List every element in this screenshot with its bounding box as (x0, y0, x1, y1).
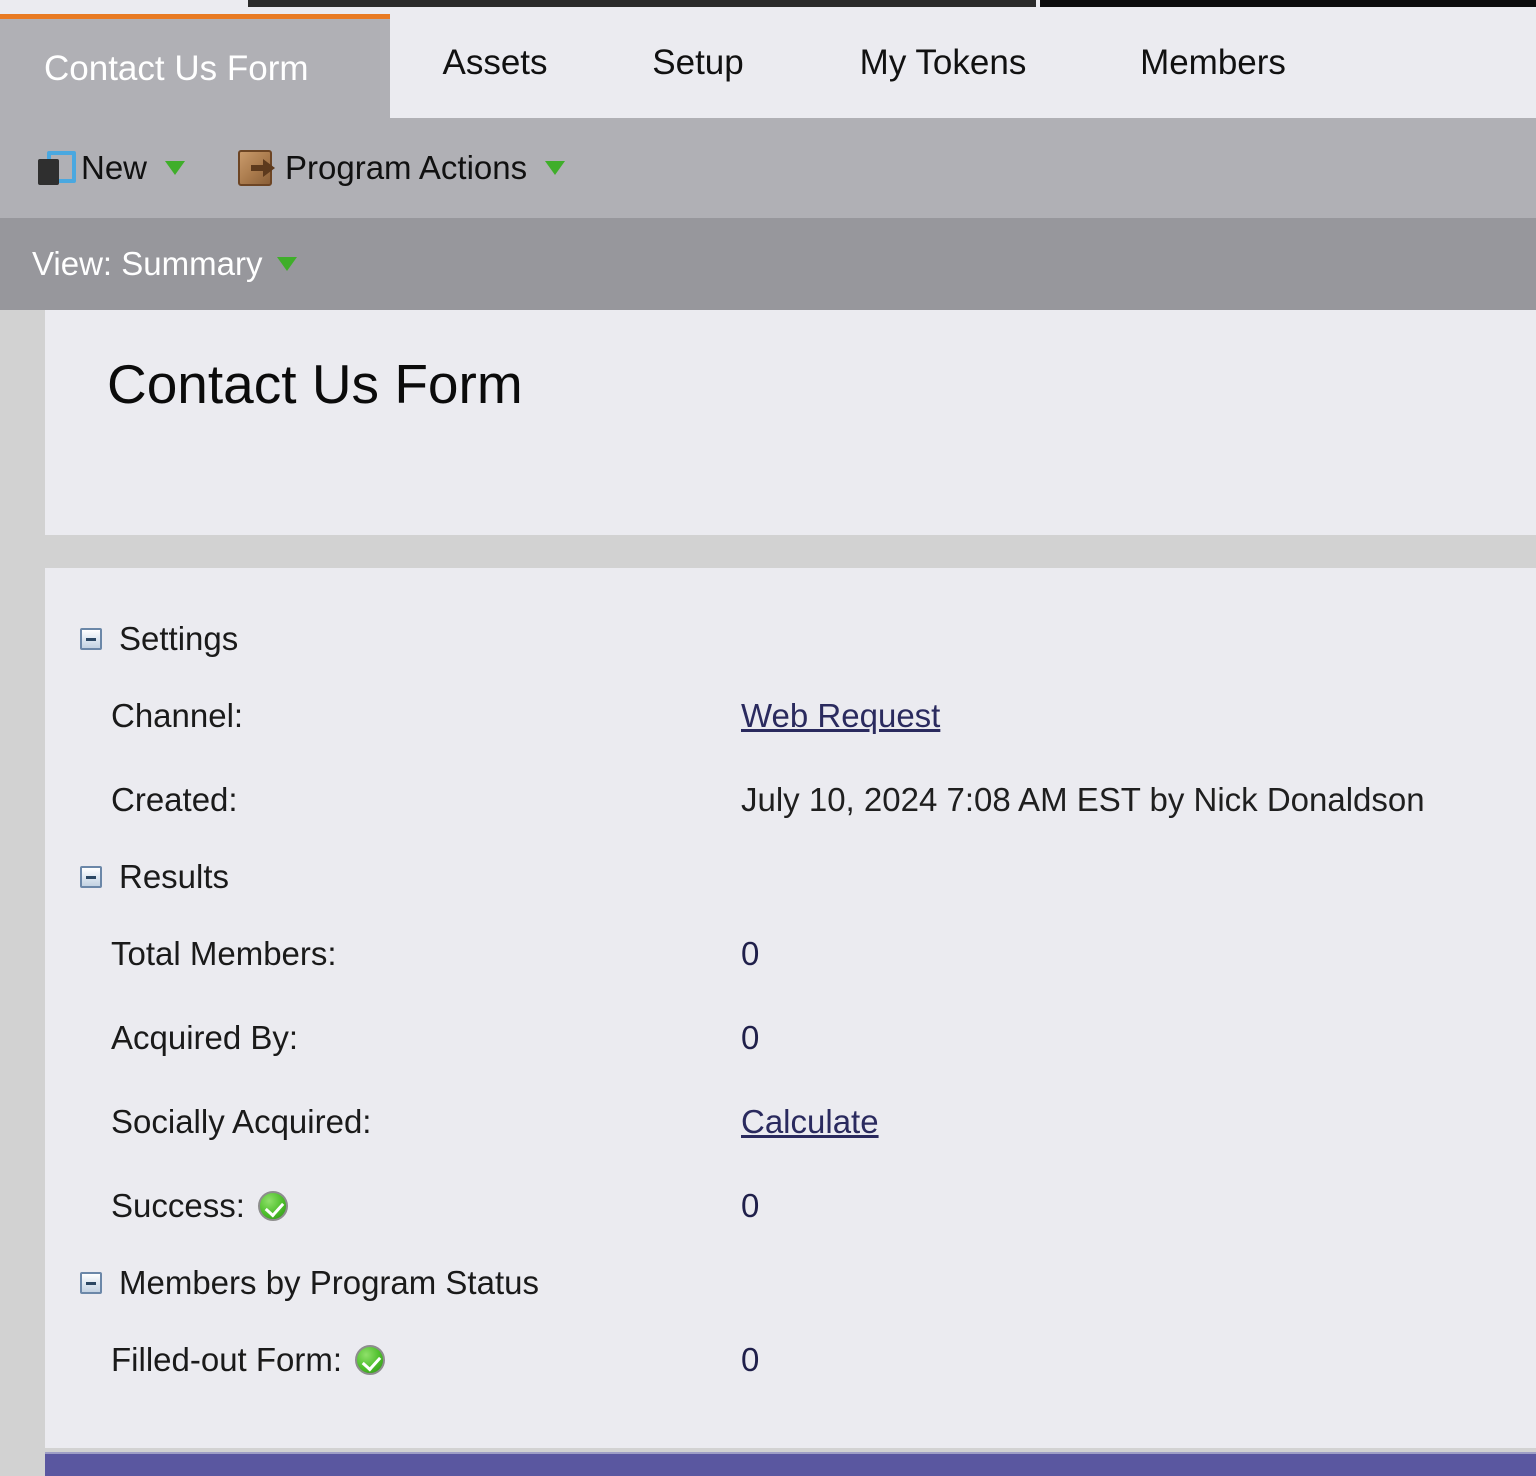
tab-label: Members (1140, 43, 1286, 83)
section-title: Results (119, 858, 229, 896)
tab-label: My Tokens (860, 43, 1027, 83)
field-value-created: July 10, 2024 7:08 AM EST by Nick Donald… (741, 781, 1425, 819)
tab-setup[interactable]: Setup (598, 7, 798, 118)
collapse-minus-icon[interactable] (80, 866, 102, 888)
tab-my-tokens[interactable]: My Tokens (798, 7, 1088, 118)
left-gutter (0, 310, 45, 1476)
section-header-settings[interactable]: Settings (45, 604, 1536, 674)
field-label: Success: (111, 1187, 741, 1225)
section-header-members-by-program-status[interactable]: Members by Program Status (45, 1248, 1536, 1318)
field-label: Total Members: (111, 935, 741, 973)
title-panel: Contact Us Form (45, 310, 1536, 535)
program-actions-folder-icon (238, 150, 272, 186)
window-top-strip-dark-right (1040, 0, 1536, 7)
tab-bar: Contact Us Form Assets Setup My Tokens M… (0, 7, 1536, 118)
field-label: Channel: (111, 697, 741, 735)
field-label: Socially Acquired: (111, 1103, 741, 1141)
field-value-channel[interactable]: Web Request (741, 697, 940, 735)
field-row-created: Created: July 10, 2024 7:08 AM EST by Ni… (45, 758, 1536, 842)
view-selector[interactable]: View: Summary (0, 218, 1536, 310)
field-label: Filled-out Form: (111, 1341, 741, 1379)
section-header-results[interactable]: Results (45, 842, 1536, 912)
chevron-down-icon[interactable] (277, 257, 297, 271)
new-button-label: New (81, 149, 147, 187)
field-row-filled-out-form: Filled-out Form: 0 (45, 1318, 1536, 1402)
section-title: Settings (119, 620, 238, 658)
bottom-status-bar (45, 1452, 1536, 1476)
calculate-link[interactable]: Calculate (741, 1103, 879, 1141)
collapse-minus-icon[interactable] (80, 628, 102, 650)
success-check-icon (258, 1191, 288, 1221)
field-value-success: 0 (741, 1187, 759, 1225)
section-title: Members by Program Status (119, 1264, 539, 1302)
tab-label: Contact Us Form (44, 49, 309, 89)
field-row-acquired-by: Acquired By: 0 (45, 996, 1536, 1080)
field-label-text: Success: (111, 1187, 245, 1225)
tab-label: Setup (652, 43, 743, 83)
window-top-strip-dark-left (248, 0, 1036, 7)
page-title: Contact Us Form (107, 352, 523, 416)
field-row-total-members: Total Members: 0 (45, 912, 1536, 996)
tab-contact-us-form[interactable]: Contact Us Form (0, 19, 390, 118)
toolbar: New Program Actions (0, 118, 1536, 218)
chevron-down-icon[interactable] (545, 161, 565, 175)
view-selector-label: View: Summary (32, 245, 262, 283)
application-window: Contact Us Form Assets Setup My Tokens M… (0, 0, 1536, 1476)
new-document-icon (38, 151, 68, 185)
field-row-socially-acquired: Socially Acquired: Calculate (45, 1080, 1536, 1164)
program-actions-label: Program Actions (285, 149, 527, 187)
field-value-acquired-by: 0 (741, 1019, 759, 1057)
chevron-down-icon[interactable] (165, 161, 185, 175)
field-label: Created: (111, 781, 741, 819)
field-label-text: Filled-out Form: (111, 1341, 342, 1379)
summary-content-panel: Settings Channel: Web Request Created: J… (45, 568, 1536, 1448)
field-label: Acquired By: (111, 1019, 741, 1057)
field-row-channel: Channel: Web Request (45, 674, 1536, 758)
field-value-filled-out-form: 0 (741, 1341, 759, 1379)
program-actions-button[interactable]: Program Actions (238, 118, 565, 218)
field-value-total-members: 0 (741, 935, 759, 973)
success-check-icon (355, 1345, 385, 1375)
tab-members[interactable]: Members (1088, 7, 1338, 118)
new-button[interactable]: New (38, 118, 185, 218)
tab-label: Assets (442, 43, 547, 83)
collapse-minus-icon[interactable] (80, 1272, 102, 1294)
tab-assets[interactable]: Assets (392, 7, 598, 118)
field-row-success: Success: 0 (45, 1164, 1536, 1248)
